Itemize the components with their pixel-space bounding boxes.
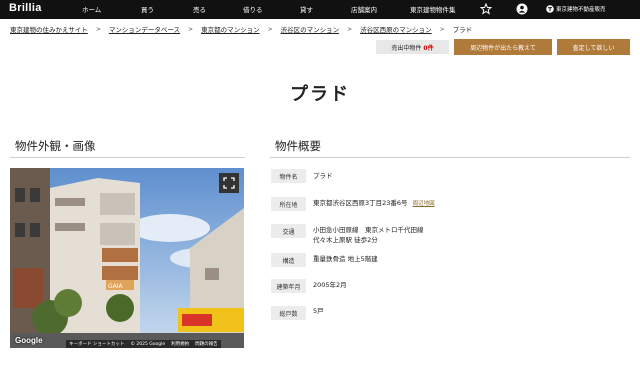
built-date-label: 建築年月 bbox=[271, 279, 306, 293]
address-value: 東京都渋谷区西原3丁目23番6号 bbox=[313, 199, 408, 207]
user-icon[interactable] bbox=[516, 3, 528, 15]
transit-station: 代々木上原駅 徒歩2分 bbox=[313, 236, 378, 244]
total-units-value: 5戸 bbox=[313, 307, 324, 315]
breadcrumb-link[interactable]: マンションデータベース bbox=[109, 24, 180, 34]
nav-buy[interactable]: 買う bbox=[141, 4, 154, 14]
property-name-label: 物件名 bbox=[271, 169, 306, 183]
map-attribution: キーボード ショートカット © 2025 Google 利用規約 問題の報告 bbox=[66, 340, 221, 348]
nearby-map-link[interactable]: 周辺地図 bbox=[413, 201, 435, 207]
fullscreen-button[interactable] bbox=[219, 173, 239, 193]
terms-link[interactable]: 利用規約 bbox=[171, 341, 189, 347]
structure-label: 構造 bbox=[271, 253, 306, 267]
notify-nearby-button[interactable]: 周辺物件が出たら教えて bbox=[454, 39, 552, 55]
transit-label: 交通 bbox=[271, 224, 306, 238]
property-name-value: プラド bbox=[313, 172, 333, 180]
expand-icon bbox=[223, 177, 235, 189]
sold-listings-badge: 売出中物件 0件 bbox=[376, 40, 449, 54]
breadcrumb: 東京建物の住みかえサイト > マンションデータベース > 東京都のマンション >… bbox=[10, 24, 473, 35]
divider bbox=[10, 157, 245, 158]
chevron-right-icon: > bbox=[439, 25, 445, 33]
copyright-text: © 2025 Google bbox=[130, 341, 166, 347]
transit-value: 小田急小田原線 東京メトロ千代田線 代々木上原駅 徒歩2分 bbox=[313, 225, 424, 245]
sold-listings-label: 売出中物件 bbox=[391, 44, 422, 52]
address-label: 所在地 bbox=[271, 197, 306, 211]
structure-value: 重量鉄骨造 地上5階建 bbox=[313, 255, 378, 263]
breadcrumb-link[interactable]: 渋谷区西原のマンション bbox=[360, 24, 432, 34]
nav-sell[interactable]: 売る bbox=[193, 4, 206, 14]
brillia-logo[interactable]: Brillia bbox=[9, 2, 42, 14]
nav-home[interactable]: ホーム bbox=[82, 4, 101, 14]
nav-lend[interactable]: 貸す bbox=[300, 4, 313, 14]
report-link[interactable]: 問題の報告 bbox=[195, 341, 218, 347]
breadcrumb-current: プラド bbox=[452, 26, 473, 34]
address-row: 東京都渋谷区西原3丁目23番6号 周辺地図 bbox=[313, 198, 435, 209]
street-view-image[interactable]: GAIA bbox=[10, 168, 244, 348]
google-logo: Google bbox=[15, 336, 43, 345]
nav-stores[interactable]: 店舗案内 bbox=[351, 4, 377, 14]
top-nav: Brillia ホーム 買う 売る 借りる 貸す 店舗案内 東京建物物件集 東京… bbox=[0, 0, 640, 19]
page-title: プラド bbox=[290, 84, 350, 105]
nav-collection[interactable]: 東京建物物件集 bbox=[410, 4, 456, 14]
overview-heading: 物件概要 bbox=[275, 139, 321, 153]
breadcrumb-link[interactable]: 渋谷区のマンション bbox=[281, 24, 340, 34]
photos-heading: 物件外観・画像 bbox=[15, 139, 96, 153]
total-units-label: 総戸数 bbox=[271, 306, 306, 320]
transit-lines: 小田急小田原線 東京メトロ千代田線 bbox=[313, 226, 424, 234]
breadcrumb-link[interactable]: 東京建物の住みかえサイト bbox=[10, 24, 88, 34]
breadcrumb-link[interactable]: 東京都のマンション bbox=[201, 24, 260, 34]
corporate-name[interactable]: 東京建物不動産販売 bbox=[556, 5, 606, 13]
chevron-right-icon: > bbox=[347, 25, 353, 33]
svg-text:GAIA: GAIA bbox=[108, 283, 124, 290]
corporate-logo-icon bbox=[546, 5, 554, 13]
nav-rent[interactable]: 借りる bbox=[243, 4, 263, 14]
built-date-value: 2005年2月 bbox=[313, 281, 347, 289]
request-assessment-button[interactable]: 査定して欲しい bbox=[557, 39, 630, 55]
chevron-right-icon: > bbox=[188, 25, 194, 33]
chevron-right-icon: > bbox=[267, 25, 273, 33]
sold-listings-count: 0件 bbox=[423, 44, 434, 52]
keyboard-shortcuts-link[interactable]: キーボード ショートカット bbox=[69, 341, 124, 347]
chevron-right-icon: > bbox=[95, 25, 101, 33]
street-view-scene: GAIA bbox=[10, 168, 244, 348]
divider bbox=[270, 157, 630, 158]
star-icon[interactable] bbox=[480, 3, 492, 15]
